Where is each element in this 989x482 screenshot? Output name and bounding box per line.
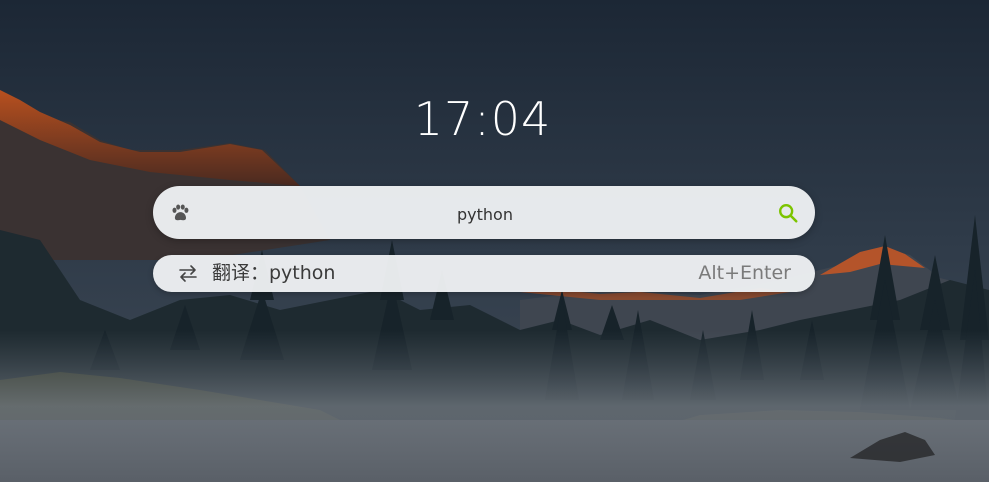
mountain-lake-forest-wallpaper (0, 0, 989, 482)
desktop-screen: 17:04 翻译：python Alt+Enter (0, 0, 989, 482)
swap-arrows-icon (179, 265, 197, 282)
mist-layer (0, 330, 989, 482)
shortcut-hint: Alt+Enter (698, 262, 791, 284)
translate-suggestion[interactable]: 翻译：python Alt+Enter (153, 255, 815, 292)
clock-time: 17:04 (413, 92, 552, 146)
search-input[interactable] (213, 198, 757, 230)
paw-icon[interactable] (169, 202, 191, 224)
search-icon[interactable] (777, 202, 799, 224)
search-bar[interactable] (153, 186, 815, 239)
suggestion-label: 翻译：python (212, 262, 336, 284)
